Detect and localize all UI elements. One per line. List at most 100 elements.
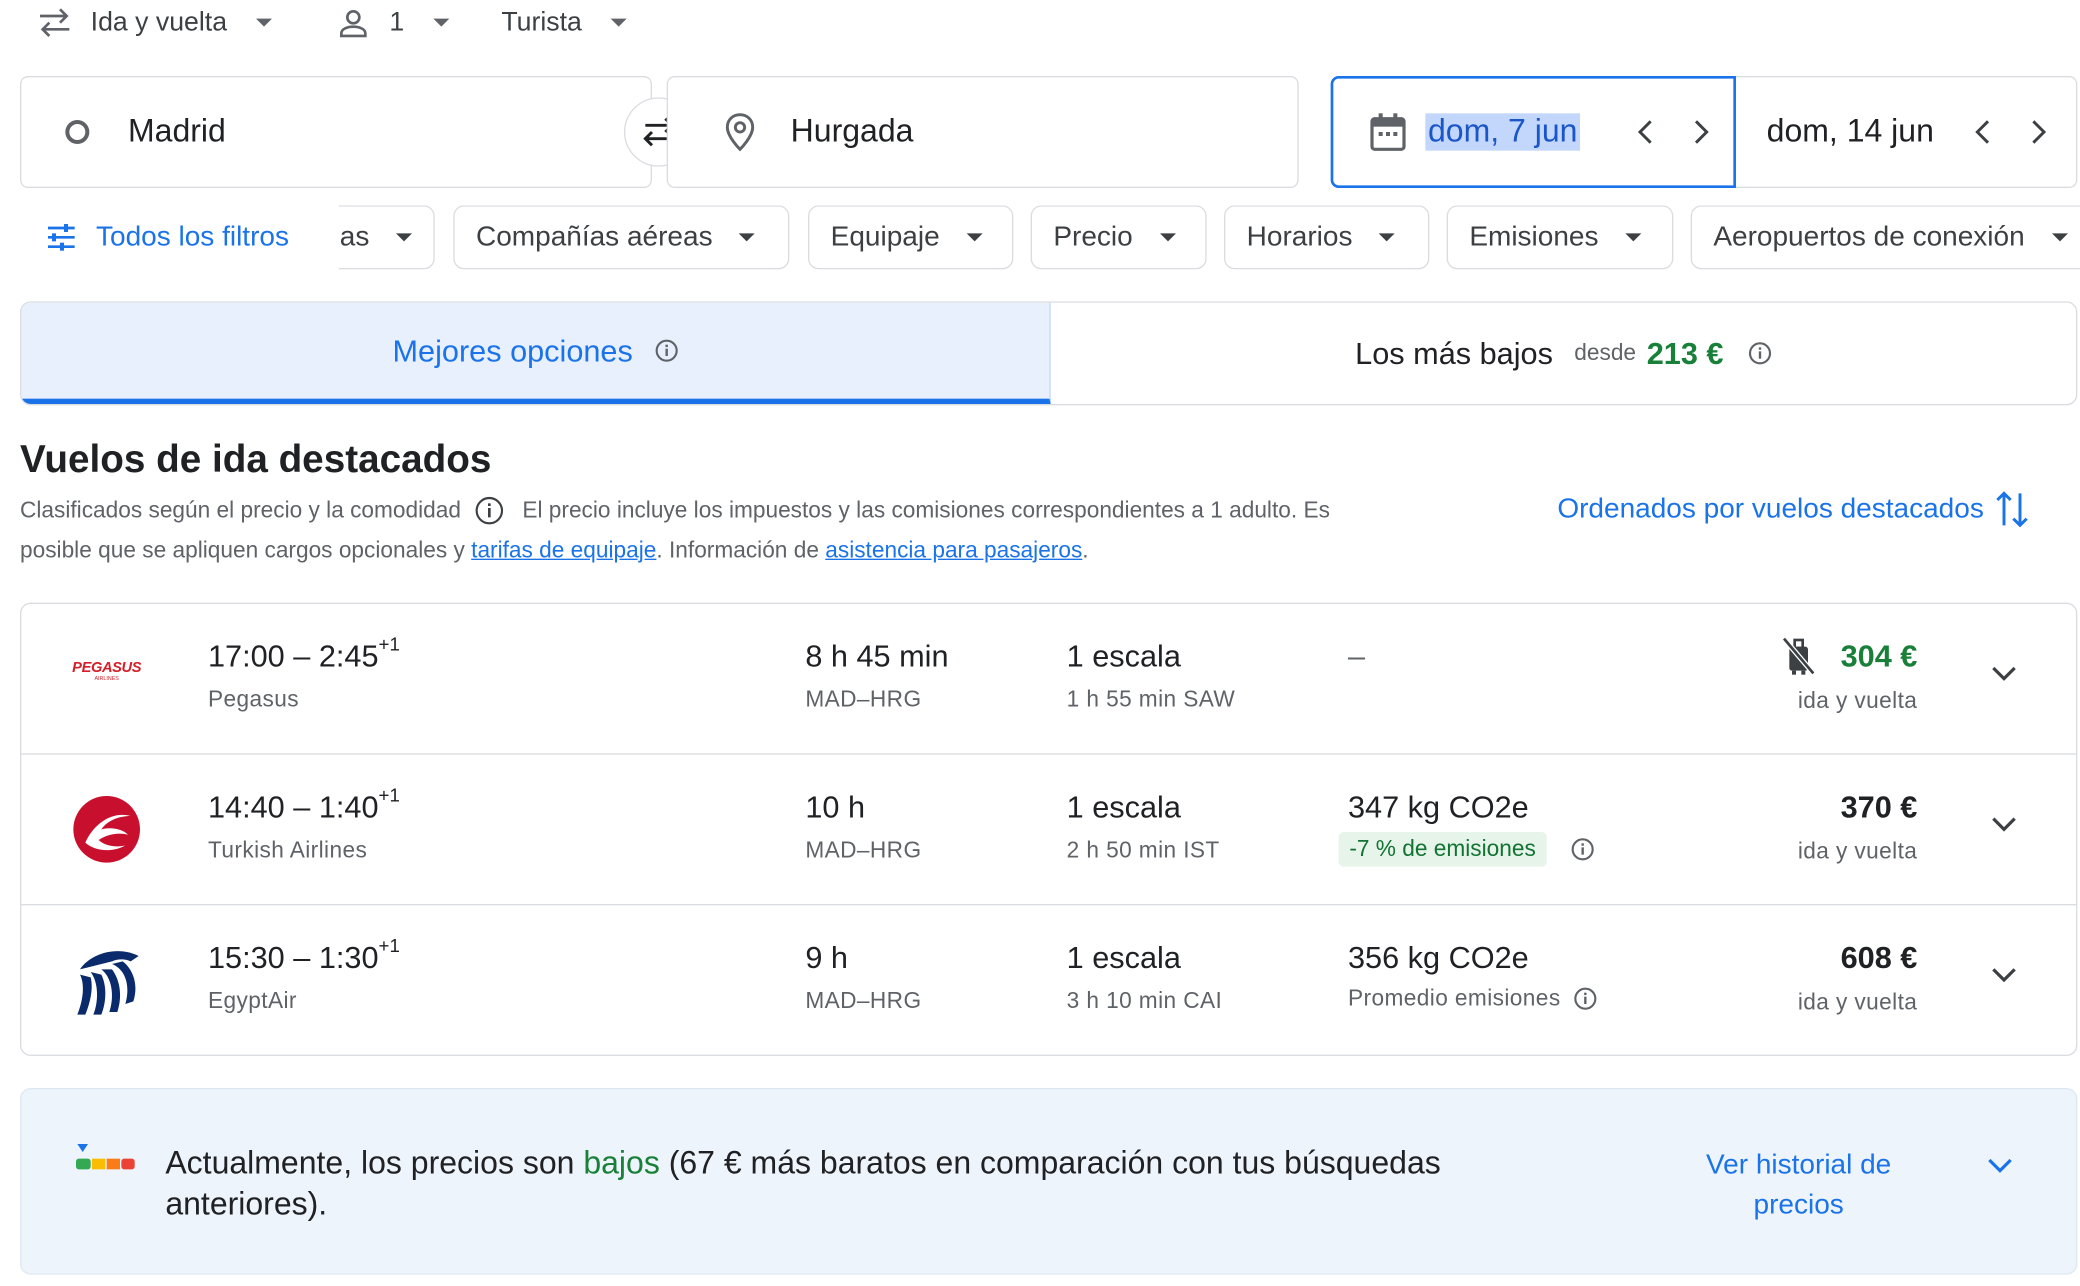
airline-logo-egyptair xyxy=(72,943,144,1024)
chevron-right-icon[interactable] xyxy=(2025,117,2054,146)
filter-chip-airlines[interactable]: Compañías aéreas xyxy=(453,205,790,270)
flight-emissions: – xyxy=(1347,638,1366,674)
filter-chip-stops[interactable]: as xyxy=(338,205,435,270)
chevron-down-icon xyxy=(1987,1157,2014,1173)
chevron-left-icon[interactable] xyxy=(1631,117,1660,146)
filter-chip-price[interactable]: Precio xyxy=(1030,205,1207,270)
chevron-down-icon xyxy=(739,233,756,242)
flight-row[interactable]: PEGASUS AIRLINES 17:00 – 2:45+1 Pegasus … xyxy=(21,604,2076,755)
day-offset: +1 xyxy=(378,783,400,806)
price-history-link[interactable]: Ver historial de precios xyxy=(1672,1145,1925,1225)
filter-chip-bags[interactable]: Equipaje xyxy=(807,205,1014,270)
history-link-line2: precios xyxy=(1753,1189,1844,1220)
chip-label: Compañías aéreas xyxy=(475,221,713,252)
chevron-down-icon xyxy=(611,18,628,27)
tab-cheapest[interactable]: Los más bajos desde 213 € xyxy=(1051,303,2076,404)
expand-details-button[interactable] xyxy=(1991,664,2018,688)
expand-insight-button[interactable] xyxy=(1987,1156,2014,1180)
times-text: 15:30 – 1:30 xyxy=(207,939,379,975)
emissions-badge: -7 % de emisiones xyxy=(1338,831,1547,867)
chevron-down-icon xyxy=(1625,233,1642,242)
cabin-class-selector[interactable]: Turista xyxy=(501,0,628,45)
all-filters-button[interactable]: Todos los filtros xyxy=(45,205,289,269)
info-icon[interactable] xyxy=(474,496,503,525)
swap-arrows-icon xyxy=(37,8,72,37)
chevron-down-icon xyxy=(2051,233,2068,242)
chip-label: Equipaje xyxy=(830,221,940,252)
flight-route: MAD–HRG xyxy=(805,686,922,712)
flight-row[interactable]: 14:40 – 1:40+1 Turkish Airlines 10 h MAD… xyxy=(21,755,2076,906)
flight-price: 304 € xyxy=(1840,638,1918,674)
results-description: Clasificados según el precio y la comodi… xyxy=(20,491,1540,571)
price-note: ida y vuelta xyxy=(1797,687,1918,714)
flight-row[interactable]: 15:30 – 1:30+1 EgyptAir 9 h MAD–HRG 1 es… xyxy=(21,905,2076,1057)
expand-details-button[interactable] xyxy=(1991,815,2018,839)
price-note: ida y vuelta xyxy=(1797,838,1918,864)
info-icon[interactable] xyxy=(1574,987,1598,1011)
flight-price: 370 € xyxy=(1840,789,1918,824)
flight-layover: 2 h 50 min IST xyxy=(1066,837,1220,863)
pegasus-logo-text: PEGASUS xyxy=(72,659,142,676)
departure-date-value: dom, 7 jun xyxy=(1425,113,1581,151)
airline-name: Pegasus xyxy=(207,686,300,712)
emissions-badge-row: -7 % de emisiones xyxy=(1338,831,1595,867)
insight-text-after: (67 € más baratos en comparación con tus… xyxy=(668,1145,1441,1182)
origin-value: Madrid xyxy=(127,113,226,150)
flight-layover: 1 h 55 min SAW xyxy=(1066,686,1236,712)
chip-label: Emisiones xyxy=(1469,221,1599,252)
flight-route: MAD–HRG xyxy=(805,837,922,863)
flight-stops: 1 escala xyxy=(1066,789,1181,824)
expand-details-button[interactable] xyxy=(1991,965,2018,989)
history-link-line1: Ver historial de xyxy=(1706,1149,1892,1180)
baggage-fees-link[interactable]: tarifas de equipaje xyxy=(471,537,656,562)
flight-times: 14:40 – 1:40+1 xyxy=(207,784,400,825)
passengers-selector[interactable]: 1 xyxy=(339,0,450,45)
airline-name: EgyptAir xyxy=(207,987,297,1014)
destination-value: Hurgada xyxy=(790,113,914,150)
times-text: 14:40 – 1:40 xyxy=(207,789,379,824)
price-insight-text: Actualmente, los precios son bajos (67 €… xyxy=(165,1143,1525,1226)
flight-duration: 8 h 45 min xyxy=(805,638,949,674)
cabin-class-label: Turista xyxy=(501,7,582,37)
passenger-assistance-link[interactable]: asistencia para pasajeros xyxy=(825,537,1082,562)
tab-cheapest-from: desde xyxy=(1574,339,1637,366)
chip-label: Precio xyxy=(1053,221,1133,252)
chevron-left-icon[interactable] xyxy=(1969,117,1998,146)
sort-arrows-icon xyxy=(1994,488,2029,531)
passengers-count: 1 xyxy=(389,7,405,37)
chevron-down-icon xyxy=(395,233,412,242)
info-text: . Información de xyxy=(656,537,819,563)
departure-date-field[interactable]: dom, 7 jun xyxy=(1330,75,1736,188)
chevron-down-icon xyxy=(256,18,273,27)
price-note-line2: posible que se apliquen cargos opcionale… xyxy=(19,537,465,563)
flight-stops: 1 escala xyxy=(1066,939,1181,975)
chevron-right-icon[interactable] xyxy=(1687,117,1716,146)
insight-text-before: Actualmente, los precios son xyxy=(165,1145,575,1182)
trip-type-label: Ida y vuelta xyxy=(90,7,228,37)
tab-cheapest-label: Los más bajos xyxy=(1355,335,1553,370)
info-icon[interactable] xyxy=(1570,837,1594,861)
filter-chip-times[interactable]: Horarios xyxy=(1223,205,1430,270)
emissions-note-row: Promedio emisiones xyxy=(1348,985,1598,1012)
sort-button[interactable]: Ordenados por vuelos destacados xyxy=(1557,488,2029,531)
origin-field[interactable]: Madrid xyxy=(19,75,652,188)
filter-chip-connecting-airports[interactable]: Aeropuertos de conexión xyxy=(1690,205,2080,270)
times-text: 17:00 – 2:45 xyxy=(207,638,379,674)
flight-results-list: PEGASUS AIRLINES 17:00 – 2:45+1 Pegasus … xyxy=(19,602,2078,1057)
destination-field[interactable]: Hurgada xyxy=(666,75,1299,188)
info-icon[interactable] xyxy=(654,339,678,363)
price-note: ida y vuelta xyxy=(1797,989,1918,1015)
person-icon xyxy=(339,8,368,38)
chevron-down-icon xyxy=(1991,967,2018,983)
return-date-field[interactable]: dom, 14 jun xyxy=(1736,76,2077,188)
day-offset: +1 xyxy=(378,934,400,956)
tab-best-options[interactable]: Mejores opciones xyxy=(21,302,1051,404)
trip-type-selector[interactable]: Ida y vuelta xyxy=(37,0,273,45)
price-note-line1: El precio incluye los impuestos y las co… xyxy=(522,497,1330,523)
chip-label: Horarios xyxy=(1246,221,1353,252)
info-icon[interactable] xyxy=(1747,341,1771,365)
section-title: Vuelos de ida destacados xyxy=(19,438,492,482)
filter-chip-emissions[interactable]: Emisiones xyxy=(1446,205,1674,270)
chip-label: Aeropuertos de conexión xyxy=(1713,221,2025,252)
flight-times: 17:00 – 2:45+1 xyxy=(207,633,400,675)
